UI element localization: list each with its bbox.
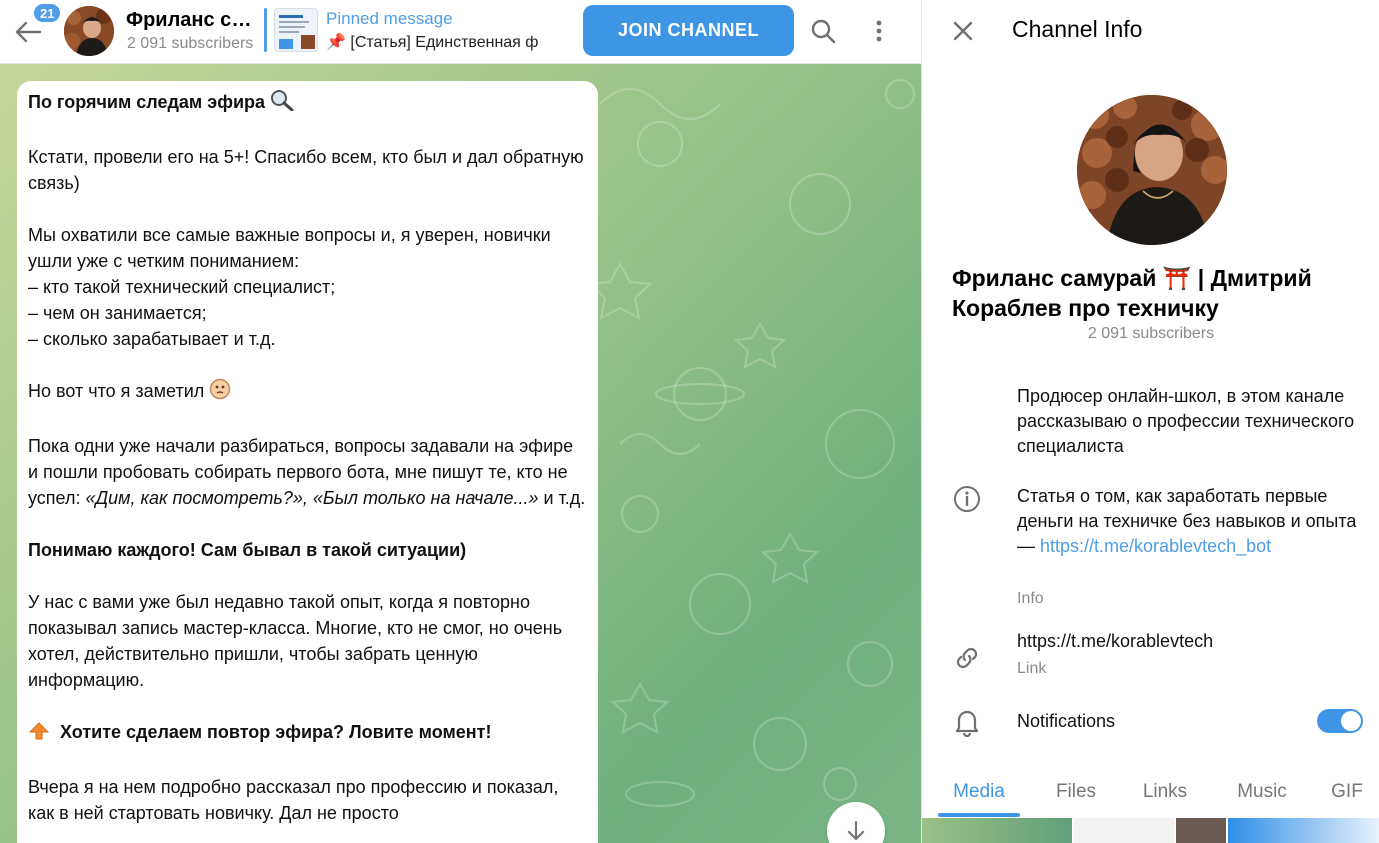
search-icon [811, 19, 836, 44]
more-options-button[interactable] [860, 12, 898, 50]
message-paragraph-5-tail: и т.д. [538, 488, 586, 508]
tab-files[interactable]: Files [1040, 766, 1112, 818]
subscriber-count: 2 091 subscribers [127, 35, 254, 52]
avatar-photo [1077, 95, 1227, 245]
about-link[interactable]: https://t.me/korablevtech_bot [1040, 536, 1271, 556]
avatar-photo [64, 6, 114, 56]
info-panel-title: Channel Info [1012, 16, 1143, 42]
unread-badge: 21 [32, 2, 63, 24]
message-paragraph-1: По горячим следам эфира [28, 92, 266, 112]
message-quote: «Дим, как посмотреть?», «Был только на н… [85, 488, 539, 508]
channel-link[interactable]: https://t.me/korablevtech [1017, 629, 1213, 654]
notifications-toggle[interactable] [1317, 709, 1363, 733]
pinned-thumbnail[interactable] [274, 8, 318, 52]
message-paragraph-6: Понимаю каждого! Сам бывал в такой ситуа… [28, 540, 467, 560]
more-vertical-icon [876, 20, 882, 42]
notifications-label: Notifications [1017, 711, 1116, 731]
message-paragraph-8: Хотите сделаем повтор эфира? Ловите моме… [60, 722, 492, 742]
active-tab-indicator [938, 813, 1020, 817]
about-label: Info [1017, 590, 1044, 607]
face-emoji-icon [209, 378, 231, 407]
media-thumbnail[interactable] [1228, 818, 1379, 843]
channel-name: Фриланс самурай ⛩️ | Дмитрий Кораблев пр… [952, 265, 1312, 321]
link-label: Link [1017, 660, 1047, 677]
channel-avatar[interactable] [64, 6, 114, 56]
chat-panel: По горячим следам эфира Кстати, провели … [0, 0, 921, 843]
message-paragraph-4: Но вот что я заметил [28, 381, 205, 401]
info-icon [952, 484, 982, 514]
tab-music[interactable]: Music [1220, 766, 1304, 818]
up-arrow-emoji-icon [28, 721, 50, 748]
message-paragraph-7: У нас с вами уже был недавно такой опыт,… [28, 592, 563, 690]
message-paragraph-3: Мы охватили все самые важные вопросы и, … [28, 225, 551, 349]
close-icon [953, 21, 973, 41]
media-thumbnail[interactable] [922, 818, 1072, 843]
chat-header: 21 Фриланс самурай ⛩️ | Дмитрий Кораблев… [0, 0, 921, 64]
pinned-indicator [264, 8, 267, 52]
media-tabs: Media Files Links Music GIF [922, 766, 1379, 818]
channel-subscribers: 2 091 subscribers [1087, 325, 1215, 342]
link-icon [952, 643, 982, 673]
channel-title[interactable]: Фриланс самурай ⛩️ | Дмитрий Кораблев пр… [126, 7, 256, 32]
media-thumbnail[interactable] [1176, 818, 1226, 843]
search-button[interactable] [804, 12, 842, 50]
message-bubble: По горячим следам эфира Кстати, провели … [17, 81, 598, 843]
join-channel-button[interactable]: JOIN CHANNEL [583, 5, 794, 56]
channel-info-panel: Channel Info Фриланс самурай ⛩️ | Дмитри… [921, 0, 1379, 843]
message-paragraph-9: Вчера я на нем подробно рассказал про пр… [28, 777, 559, 823]
about-text: Статья о том, как заработать первые день… [1017, 484, 1367, 559]
pinned-message-label[interactable]: Pinned message [326, 9, 453, 29]
arrow-down-icon [847, 820, 865, 841]
channel-avatar-large[interactable] [1077, 95, 1227, 245]
tab-gif[interactable]: GIF [1320, 766, 1374, 818]
tab-links[interactable]: Links [1128, 766, 1202, 818]
magnifier-emoji-icon [270, 89, 294, 118]
bell-icon [952, 707, 982, 737]
pinned-message-text[interactable]: 📌 [Статья] Единственная ф [326, 32, 571, 52]
media-grid [922, 818, 1379, 843]
pinned-preview-image [275, 9, 317, 51]
media-thumbnail[interactable] [1074, 818, 1174, 843]
tab-media[interactable]: Media [938, 766, 1020, 818]
arrow-left-icon [15, 21, 42, 43]
message-paragraph-2: Кстати, провели его на 5+! Спасибо всем,… [28, 147, 584, 193]
channel-description: Продюсер онлайн-школ, в этом канале расс… [1017, 386, 1355, 456]
close-info-button[interactable] [946, 14, 980, 48]
